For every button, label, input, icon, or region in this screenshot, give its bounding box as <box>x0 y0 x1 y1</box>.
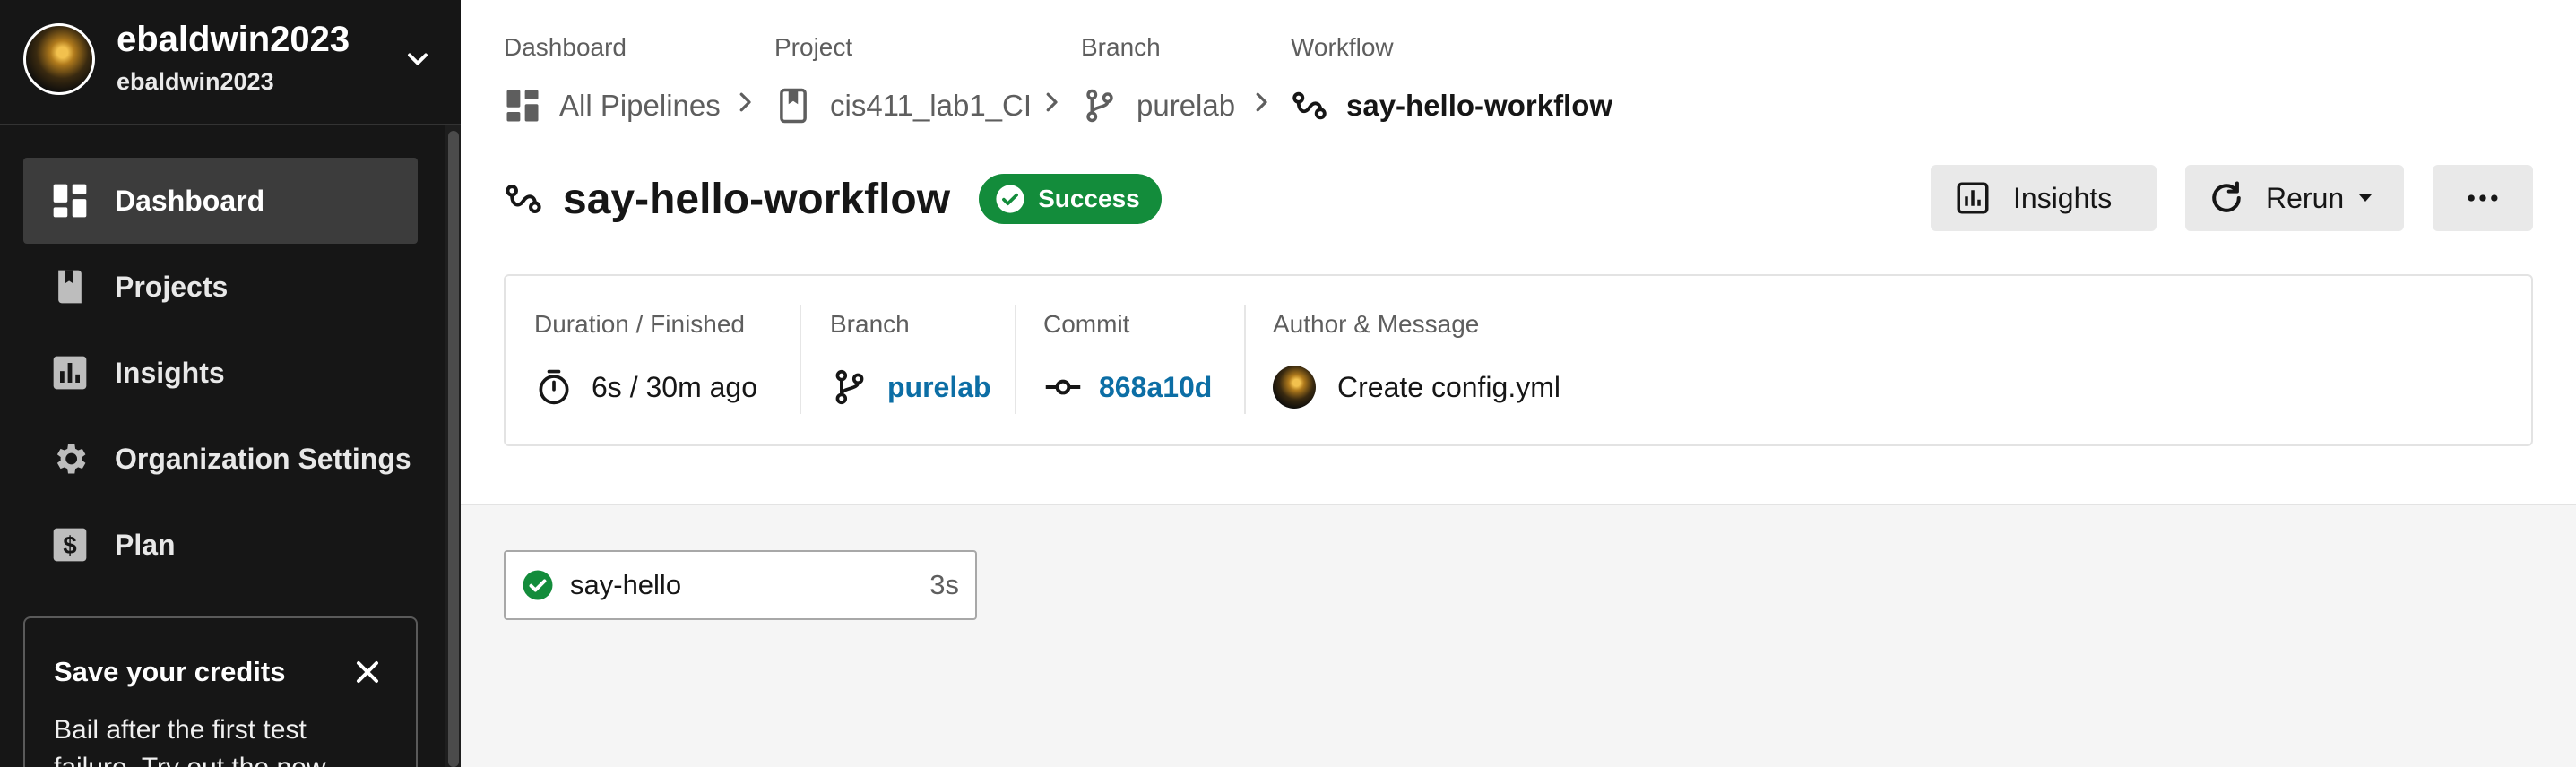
commit-heading: Commit <box>1043 310 1130 338</box>
commit-message: Create config.yml <box>1337 370 1560 403</box>
page-title-row: say-hello-workflow Success <box>504 172 1162 226</box>
breadcrumb-link-project[interactable]: cis411_lab1_CI <box>774 86 1032 125</box>
breadcrumb-item-workflow: Workflow say-hello-workflow <box>1291 32 1612 125</box>
promo-title: Save your credits <box>54 656 286 687</box>
projects-icon <box>58 270 82 304</box>
duration-heading: Duration / Finished <box>534 310 746 338</box>
bookmark-icon <box>780 88 807 124</box>
dashboard-icon <box>53 184 87 218</box>
author-heading: Author & Message <box>1273 310 1480 338</box>
page-title: say-hello-workflow <box>563 175 951 223</box>
commit-icon <box>1045 379 1081 395</box>
breadcrumb-heading: Workflow <box>1291 33 1394 61</box>
breadcrumb-label: say-hello-workflow <box>1346 89 1613 122</box>
more-horizontal-icon <box>2468 194 2498 202</box>
job-card-say-hello[interactable]: say-hello 3s <box>504 550 977 620</box>
commit-link[interactable]: 868a10d <box>1099 371 1212 404</box>
branch-link[interactable]: purelab <box>887 371 991 404</box>
duration-value: 6s / 30m ago <box>592 370 757 403</box>
check-circle-icon <box>996 185 1024 213</box>
status-label: Success <box>1038 185 1140 212</box>
job-name: say-hello <box>570 569 682 600</box>
sidebar-scrollbar[interactable] <box>448 131 459 767</box>
dollar-icon: $ <box>53 528 87 562</box>
sidebar-item-organization-settings[interactable]: Organization Settings <box>23 416 418 502</box>
divider <box>1244 305 1246 414</box>
avatar <box>23 23 95 95</box>
sidebar-item-plan[interactable]: $ Plan <box>23 502 418 588</box>
chevron-right-icon <box>1256 92 1267 112</box>
breadcrumb-item-project: Project cis411_lab1_CI <box>774 32 1032 125</box>
sidebar-item-label: Organization Settings <box>115 442 411 475</box>
svg-text:$: $ <box>63 531 76 559</box>
divider <box>1015 305 1016 414</box>
close-icon[interactable] <box>350 654 385 690</box>
chevron-right-icon <box>739 92 751 112</box>
sidebar-item-label: Dashboard <box>115 184 265 217</box>
job-duration: 3s <box>929 569 959 600</box>
branch-value-row: purelab <box>830 366 991 409</box>
divider <box>800 305 801 414</box>
insights-button-label: Insights <box>2013 181 2113 214</box>
branch-icon <box>1086 89 1113 123</box>
sidebar-item-dashboard[interactable]: Dashboard <box>23 158 418 244</box>
promo-text: Bail after the first test failure. Try o… <box>54 715 326 767</box>
insights-button[interactable]: Insights <box>1931 165 2157 231</box>
rerun-button[interactable]: Rerun <box>2185 165 2404 231</box>
sidebar-item-label: Projects <box>115 270 229 303</box>
workflow-icon <box>506 185 541 213</box>
workflow-details-card: Duration / Finished 6s / 30m ago Branch … <box>504 274 2533 446</box>
timer-icon <box>539 369 569 405</box>
rerun-button-label: Rerun <box>2266 181 2345 214</box>
breadcrumb-current-workflow: say-hello-workflow <box>1291 86 1612 125</box>
branch-heading: Branch <box>830 310 910 338</box>
sidebar-item-label: Insights <box>115 356 225 389</box>
breadcrumb-item-pipelines: Dashboard All Pipelines <box>504 32 721 125</box>
refresh-icon <box>2212 181 2241 212</box>
breadcrumb-item-branch: Branch purelab <box>1081 32 1235 125</box>
status-badge: Success <box>979 174 1162 224</box>
sidebar: ebaldwin2023 ebaldwin2023 Dashboard Proj… <box>0 0 461 767</box>
org-name: ebaldwin2023 <box>117 68 274 95</box>
author-value-row: Create config.yml <box>1273 366 1560 409</box>
workflow-icon <box>1292 91 1327 120</box>
sidebar-item-projects[interactable]: Projects <box>23 244 418 330</box>
breadcrumb-link-all-pipelines[interactable]: All Pipelines <box>504 86 721 125</box>
breadcrumb-heading: Project <box>774 33 853 61</box>
branch-icon <box>835 369 864 405</box>
sidebar-item-insights[interactable]: Insights <box>23 330 418 416</box>
insights-icon <box>53 356 87 390</box>
avatar <box>1273 366 1316 409</box>
sidebar-item-label: Plan <box>115 528 176 561</box>
breadcrumb-heading: Branch <box>1081 33 1161 61</box>
duration-value-row: 6s / 30m ago <box>534 366 757 409</box>
breadcrumb-label: All Pipelines <box>559 89 721 122</box>
gear-icon <box>56 444 86 474</box>
dashboard-icon <box>506 90 539 122</box>
breadcrumb-label: purelab <box>1137 89 1236 122</box>
chevron-right-icon <box>1046 92 1058 112</box>
promo-card: Save your credits Bail after the first t… <box>23 616 418 767</box>
user-name: ebaldwin2023 <box>117 20 350 59</box>
chevron-down-icon[interactable] <box>402 43 434 75</box>
breadcrumb-label: cis411_lab1_CI <box>830 89 1033 122</box>
check-circle-icon <box>523 570 553 600</box>
caret-down-icon <box>2359 194 2373 202</box>
breadcrumb-link-branch[interactable]: purelab <box>1081 86 1235 125</box>
commit-value-row: 868a10d <box>1043 366 1212 409</box>
insights-icon <box>1957 182 1989 214</box>
more-options-button[interactable] <box>2433 165 2533 231</box>
app: ebaldwin2023 ebaldwin2023 Dashboard Proj… <box>0 0 2576 767</box>
org-switcher[interactable]: ebaldwin2023 ebaldwin2023 <box>0 0 461 125</box>
breadcrumb-heading: Dashboard <box>504 33 627 61</box>
